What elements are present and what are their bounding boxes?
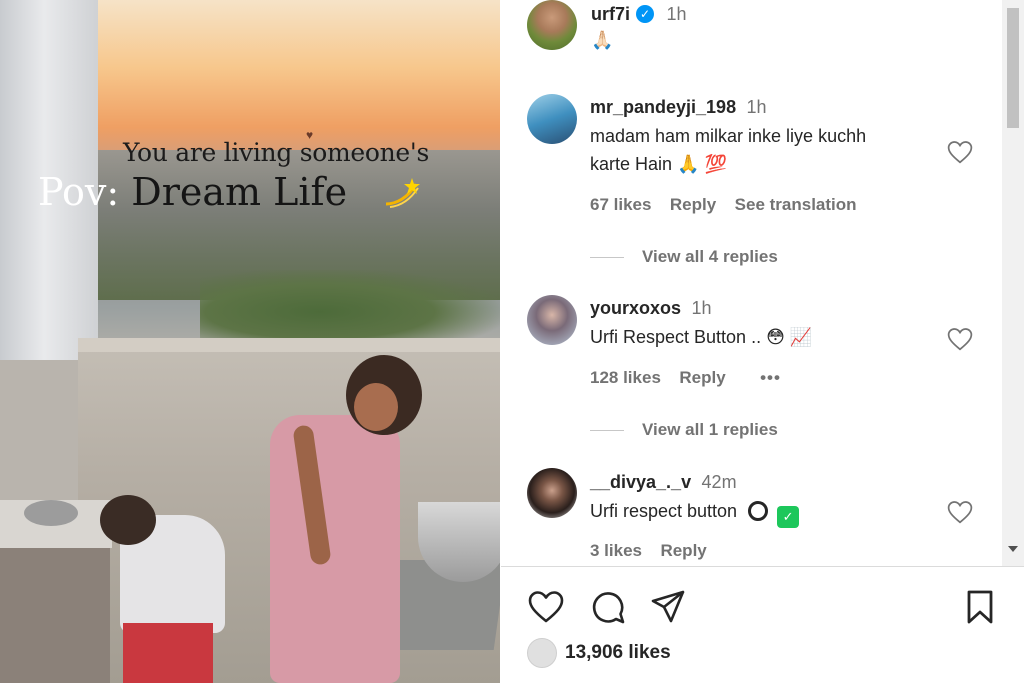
dizzy-sparkle-icon bbox=[385, 178, 420, 208]
overlay-pov: Pov: bbox=[38, 170, 120, 214]
author-username[interactable]: urf7i bbox=[591, 4, 630, 24]
comment-likes[interactable]: 128 likes bbox=[590, 368, 661, 387]
like-heart-icon[interactable] bbox=[527, 588, 565, 626]
overlay-text-line2: Pov: Dream Life bbox=[38, 170, 347, 214]
media-tank-base bbox=[0, 360, 85, 500]
view-replies-label: View all 1 replies bbox=[642, 420, 778, 439]
view-replies-label: View all 4 replies bbox=[642, 247, 778, 266]
comment-username[interactable]: yourxoxos bbox=[590, 298, 681, 318]
actions-divider bbox=[501, 566, 1024, 567]
replies-divider-line bbox=[590, 429, 624, 431]
comment-text-content: Urfi respect button bbox=[590, 501, 738, 521]
post-likes-count[interactable]: 13,906 likes bbox=[565, 642, 671, 664]
comment-like-heart-icon[interactable] bbox=[947, 500, 973, 524]
comment-like-heart-icon[interactable] bbox=[947, 140, 973, 164]
post-caption: 🙏🏻 bbox=[591, 30, 614, 50]
comment-username[interactable]: __divya_._v bbox=[590, 472, 691, 492]
post-header: urf7i ✓ 1h bbox=[591, 4, 687, 25]
comment-icon[interactable] bbox=[589, 588, 627, 626]
media-child-bending bbox=[100, 495, 225, 683]
comment-meta: 67 likes Reply See translation bbox=[590, 195, 857, 215]
share-icon[interactable] bbox=[649, 588, 687, 626]
comments-scroll-area[interactable]: urf7i ✓ 1h 🙏🏻 mr_pandeyji_198 1h madam ha… bbox=[501, 0, 999, 566]
post-media[interactable]: ♥ You are living someone's Pov: Dream Li… bbox=[0, 0, 500, 683]
comment-text-line1: madam ham milkar inke liye kuchh bbox=[590, 126, 867, 146]
media-child-standing bbox=[250, 355, 422, 683]
commenter-avatar[interactable] bbox=[527, 94, 577, 144]
check-mark-button-icon: ✓ bbox=[777, 506, 800, 528]
overlay-text-line1: You are living someone's bbox=[123, 138, 430, 167]
post-time[interactable]: 1h bbox=[666, 4, 686, 24]
comment-header: mr_pandeyji_198 1h bbox=[590, 97, 767, 118]
comment-text-line2: karte Hain 🙏 💯 bbox=[590, 154, 727, 174]
comment-text: Urfi Respect Button .. 😳 📈 bbox=[590, 327, 813, 347]
bookmark-icon[interactable] bbox=[961, 588, 999, 626]
comment-reply-button[interactable]: Reply bbox=[660, 541, 706, 560]
comment-header: yourxoxos 1h bbox=[590, 298, 712, 319]
replies-divider-line bbox=[590, 256, 624, 258]
comment-username[interactable]: mr_pandeyji_198 bbox=[590, 97, 736, 117]
author-avatar[interactable] bbox=[527, 0, 577, 50]
comment-text: Urfi respect button ✓ bbox=[590, 497, 800, 528]
comment-reply-button[interactable]: Reply bbox=[679, 368, 725, 387]
hollow-circle-icon bbox=[748, 501, 769, 521]
media-wall-top bbox=[78, 338, 500, 352]
overlay-dream-life: Dream Life bbox=[119, 170, 348, 214]
see-translation-link[interactable]: See translation bbox=[735, 195, 857, 214]
comment-time[interactable]: 1h bbox=[747, 97, 767, 117]
commenter-avatar[interactable] bbox=[527, 468, 577, 518]
comment-meta: 3 likes Reply bbox=[590, 541, 707, 561]
view-replies-toggle[interactable]: View all 1 replies bbox=[590, 420, 778, 440]
comments-panel: urf7i ✓ 1h 🙏🏻 mr_pandeyji_198 1h madam ha… bbox=[501, 0, 1024, 683]
verified-badge-icon: ✓ bbox=[636, 5, 655, 23]
view-replies-toggle[interactable]: View all 4 replies bbox=[590, 247, 778, 267]
scrollbar-thumb[interactable] bbox=[1007, 8, 1019, 128]
comment-meta: 128 likes Reply ••• bbox=[590, 368, 781, 388]
comment-likes[interactable]: 67 likes bbox=[590, 195, 651, 214]
media-pan bbox=[24, 500, 78, 526]
comment-like-heart-icon[interactable] bbox=[947, 327, 973, 351]
comment-likes[interactable]: 3 likes bbox=[590, 541, 642, 560]
liker-avatar bbox=[527, 638, 557, 668]
comments-scrollbar[interactable] bbox=[1002, 0, 1024, 566]
media-trees bbox=[200, 270, 500, 340]
comment-time[interactable]: 42m bbox=[702, 472, 737, 492]
commenter-avatar[interactable] bbox=[527, 295, 577, 345]
post-likes-row[interactable]: 13,906 likes bbox=[527, 638, 671, 668]
comment-reply-button[interactable]: Reply bbox=[670, 195, 716, 214]
scroll-down-arrow-icon[interactable] bbox=[1008, 546, 1018, 552]
comment-time[interactable]: 1h bbox=[691, 298, 711, 318]
comment-header: __divya_._v 42m bbox=[590, 472, 737, 493]
comment-options-button[interactable]: ••• bbox=[760, 368, 781, 387]
